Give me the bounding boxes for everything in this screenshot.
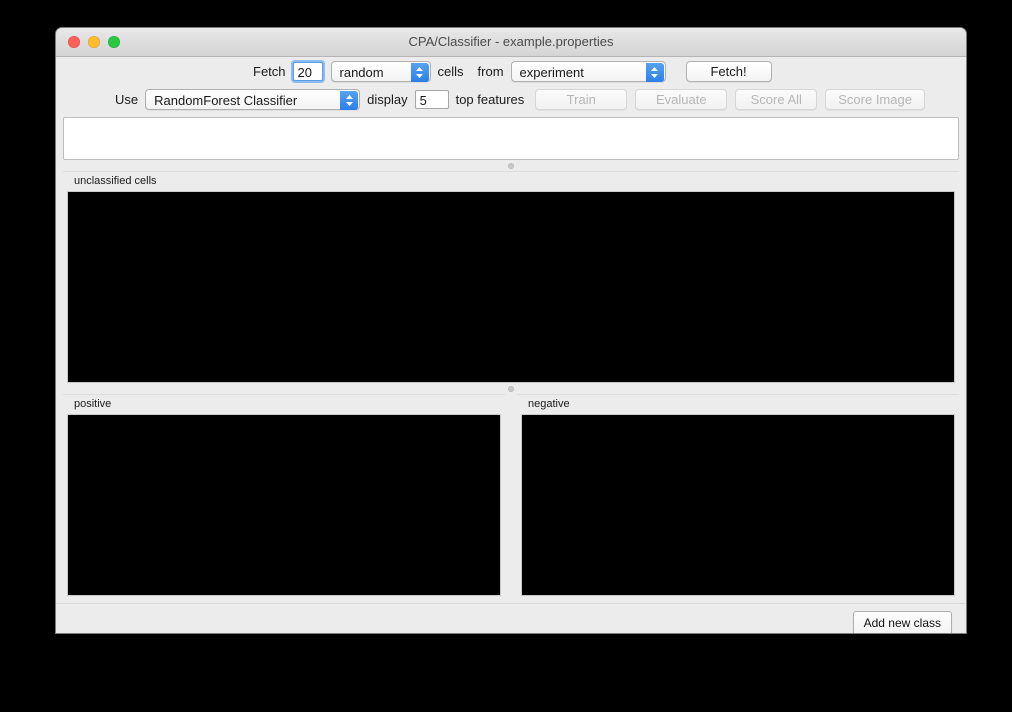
chevron-updown-icon (340, 91, 358, 110)
chevron-updown-icon (646, 63, 664, 82)
classifier-dropdown[interactable]: RandomForest Classifier (145, 89, 360, 110)
message-text-area[interactable] (63, 117, 959, 160)
positive-bin-title: positive (63, 394, 505, 414)
evaluate-button[interactable]: Evaluate (635, 89, 727, 110)
negative-bin-title: negative (517, 394, 959, 414)
chevron-updown-glyph (345, 94, 354, 107)
top-features-input[interactable]: 5 (415, 90, 449, 109)
add-new-class-button[interactable]: Add new class (853, 611, 952, 633)
fetch-button[interactable]: Fetch! (686, 61, 772, 82)
display-label: display (360, 92, 414, 107)
classifier-value: RandomForest Classifier (154, 93, 297, 108)
chevron-updown-glyph (415, 66, 424, 79)
chevron-updown-icon (411, 63, 429, 82)
title-bar[interactable]: CPA/Classifier - example.properties (56, 28, 966, 57)
positive-bin: positive (63, 394, 505, 596)
class-bins-row: positive negative (63, 394, 959, 596)
splitter-top[interactable] (56, 160, 966, 171)
cells-label: cells (431, 64, 471, 79)
negative-bin: negative (517, 394, 959, 596)
unclassified-bin-title: unclassified cells (63, 171, 959, 191)
splitter-bottom[interactable] (56, 383, 966, 394)
desktop-background: CPA/Classifier - example.properties Fetc… (0, 0, 1012, 712)
source-value: experiment (520, 65, 584, 80)
positive-bin-canvas[interactable] (67, 414, 501, 596)
fetch-mode-value: random (340, 65, 384, 80)
unclassified-bin: unclassified cells (63, 171, 959, 383)
fetch-row: Fetch 20 random cells from experiment (56, 57, 966, 85)
splitter-grip-icon (508, 163, 514, 169)
application-window: CPA/Classifier - example.properties Fetc… (56, 28, 966, 633)
fetch-mode-dropdown[interactable]: random (331, 61, 431, 82)
bottom-bar: Add new class (56, 603, 966, 633)
window-title: CPA/Classifier - example.properties (56, 28, 966, 56)
fetch-label: Fetch (246, 64, 293, 79)
score-image-button[interactable]: Score Image (825, 89, 925, 110)
unclassified-bin-canvas[interactable] (67, 191, 955, 383)
negative-bin-canvas[interactable] (521, 414, 955, 596)
classifier-row: Use RandomForest Classifier display 5 to… (56, 85, 966, 113)
from-label: from (471, 64, 511, 79)
score-all-button[interactable]: Score All (735, 89, 817, 110)
toolbar: Fetch 20 random cells from experiment (56, 57, 966, 113)
top-features-label: top features (449, 92, 532, 107)
splitter-grip-icon (508, 386, 514, 392)
source-dropdown[interactable]: experiment (511, 61, 666, 82)
train-button[interactable]: Train (535, 89, 627, 110)
chevron-updown-glyph (650, 66, 659, 79)
use-label: Use (108, 92, 145, 107)
fetch-count-input[interactable]: 20 (293, 62, 323, 81)
